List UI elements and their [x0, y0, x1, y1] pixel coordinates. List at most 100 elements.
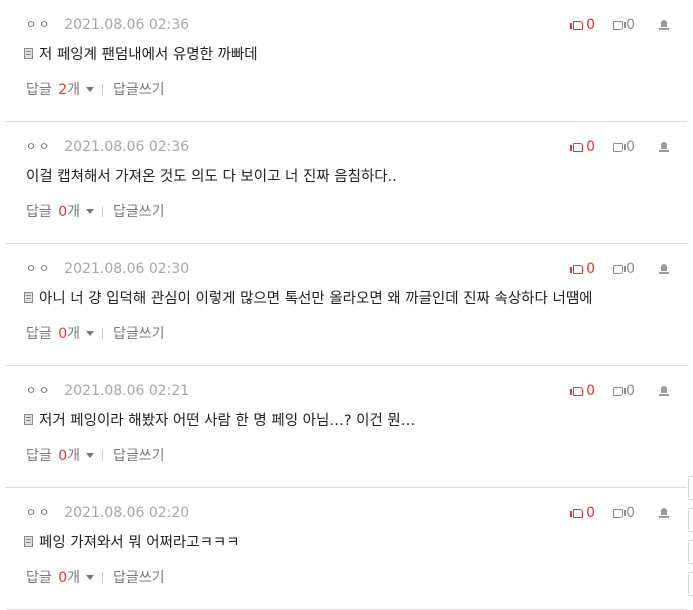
author-name: ㅇㅇ: [26, 140, 53, 153]
comment-body: 저 페잉계 팬덤내에서 유명한 까빠데: [24, 43, 258, 63]
reply-toggle[interactable]: 답글 0개: [26, 445, 80, 465]
chevron-down-icon[interactable]: [86, 574, 95, 580]
comment-meta: ㅇㅇ 2021.08.06 02:30: [26, 261, 189, 277]
report-siren-icon[interactable]: [659, 386, 669, 396]
like-count: 0: [586, 383, 596, 399]
report-siren-icon[interactable]: [659, 508, 669, 518]
thumbs-down-icon: [613, 508, 627, 518]
side-tab[interactable]: [688, 508, 693, 532]
like-count: 0: [586, 261, 596, 277]
comment-date: 2021.08.06 02:36: [64, 17, 190, 33]
thumbs-down-icon: [613, 20, 627, 30]
reply-label: 답글: [26, 82, 52, 98]
reply-unit: 개: [67, 448, 81, 464]
write-reply-button[interactable]: 답글쓰기: [113, 445, 165, 465]
author-name: ㅇㅇ: [26, 384, 53, 397]
comment-item: ㅇㅇ 2021.08.06 02:36 0 0 저 페잉계 팬덤내에서 유명한 …: [0, 0, 693, 122]
divider: [102, 327, 104, 339]
thumbs-up-icon: [570, 142, 584, 152]
reply-label: 답글: [26, 326, 52, 342]
dislike-count: 0: [626, 17, 635, 33]
comment-body: 아니 너 걍 입덕해 관심이 이렇게 많으면 톡선만 올라오면 왜 까글인데 진…: [24, 287, 593, 307]
reply-toggle[interactable]: 답글 2개: [26, 79, 80, 99]
comment-actions: 답글 0개 답글쓰기: [26, 446, 165, 464]
report-siren-icon[interactable]: [659, 264, 669, 274]
thumbs-up-icon: [570, 386, 584, 396]
dislike-button[interactable]: 0: [613, 383, 635, 399]
comment-meta: ㅇㅇ 2021.08.06 02:21: [26, 383, 189, 399]
author-name: ㅇㅇ: [26, 18, 53, 31]
reply-toggle[interactable]: 답글 0개: [26, 323, 80, 343]
thumbs-up-icon: [570, 264, 584, 274]
vote-group: 0 0: [570, 139, 669, 155]
dislike-button[interactable]: 0: [613, 261, 635, 277]
side-tab[interactable]: [688, 540, 693, 564]
comment-meta: ㅇㅇ 2021.08.06 02:36: [26, 17, 189, 33]
write-reply-button[interactable]: 답글쓰기: [113, 201, 165, 221]
comment-text: 저 페잉계 팬덤내에서 유명한 까빠데: [39, 46, 258, 63]
comment-text: 페잉 가져와서 뭐 어쩌라고ㅋㅋㅋ: [39, 534, 240, 551]
like-button[interactable]: 0: [570, 505, 595, 521]
comment-body: 저거 페잉이라 해봤자 어떤 사람 한 명 페잉 아님…? 이건 뭔…: [24, 409, 415, 429]
reply-unit: 개: [67, 82, 81, 98]
dislike-button[interactable]: 0: [613, 17, 635, 33]
reply-unit: 개: [67, 326, 81, 342]
reply-count: 0: [58, 570, 68, 586]
dislike-count: 0: [626, 383, 635, 399]
vote-group: 0 0: [570, 505, 669, 521]
reply-unit: 개: [67, 204, 81, 220]
side-tab[interactable]: [688, 572, 693, 596]
side-tab[interactable]: [688, 476, 693, 500]
comment-date: 2021.08.06 02:30: [64, 261, 190, 277]
comment-actions: 답글 0개 답글쓰기: [26, 324, 165, 342]
comment-text: 이걸 캡쳐해서 가져온 것도 의도 다 보이고 너 진짜 음침하다..: [26, 168, 397, 185]
chevron-down-icon[interactable]: [86, 330, 95, 336]
comment-actions: 답글 0개 답글쓰기: [26, 568, 165, 586]
vote-group: 0 0: [570, 383, 669, 399]
like-button[interactable]: 0: [570, 17, 596, 33]
reply-count: 0: [58, 204, 68, 220]
vote-group: 0 0: [570, 17, 669, 33]
document-icon: [24, 291, 33, 303]
report-siren-icon[interactable]: [659, 142, 669, 152]
chevron-down-icon[interactable]: [86, 208, 95, 214]
report-siren-icon[interactable]: [659, 20, 669, 30]
comment-actions: 답글 0개 답글쓰기: [26, 202, 165, 220]
comment-date: 2021.08.06 02:20: [64, 505, 190, 521]
reply-count: 2: [58, 82, 68, 98]
comment-item: ㅇㅇ 2021.08.06 02:20 0 0 페잉 가져와서 뭐 어쩌라고ㅋㅋ…: [0, 488, 693, 610]
reply-toggle[interactable]: 답글 0개: [26, 201, 80, 221]
chevron-down-icon[interactable]: [86, 86, 95, 92]
dislike-button[interactable]: 0: [613, 139, 635, 155]
author-name: ㅇㅇ: [26, 506, 53, 519]
like-button[interactable]: 0: [570, 383, 596, 399]
thumbs-down-icon: [613, 264, 627, 274]
write-reply-button[interactable]: 답글쓰기: [113, 79, 165, 99]
thumbs-up-icon: [570, 508, 584, 518]
divider: [102, 449, 104, 461]
dislike-count: 0: [626, 261, 635, 277]
write-reply-button[interactable]: 답글쓰기: [113, 323, 165, 343]
reply-toggle[interactable]: 답글 0개: [26, 567, 80, 587]
thumbs-down-icon: [613, 142, 627, 152]
like-count: 0: [586, 139, 596, 155]
reply-count: 0: [58, 326, 68, 342]
divider: [102, 83, 104, 95]
thumbs-up-icon: [570, 20, 584, 30]
like-button[interactable]: 0: [570, 261, 596, 277]
chevron-down-icon[interactable]: [86, 452, 95, 458]
comment-meta: ㅇㅇ 2021.08.06 02:36: [26, 139, 189, 155]
document-icon: [24, 47, 33, 59]
comment-item: ㅇㅇ 2021.08.06 02:30 0 0 아니 너 걍 입덕해 관심이 이…: [0, 244, 693, 366]
comment-item: ㅇㅇ 2021.08.06 02:21 0 0 저거 페잉이라 해봤자 어떤 사…: [0, 366, 693, 488]
reply-count: 0: [58, 448, 68, 464]
comment-text: 아니 너 걍 입덕해 관심이 이렇게 많으면 톡선만 올라오면 왜 까글인데 진…: [39, 290, 593, 307]
write-reply-button[interactable]: 답글쓰기: [113, 567, 165, 587]
thumbs-down-icon: [613, 386, 627, 396]
like-count: 0: [586, 17, 596, 33]
vote-group: 0 0: [570, 261, 669, 277]
dislike-button[interactable]: 0: [613, 505, 635, 521]
comment-actions: 답글 2개 답글쓰기: [26, 80, 165, 98]
like-button[interactable]: 0: [570, 139, 596, 155]
dislike-count: 0: [626, 139, 635, 155]
